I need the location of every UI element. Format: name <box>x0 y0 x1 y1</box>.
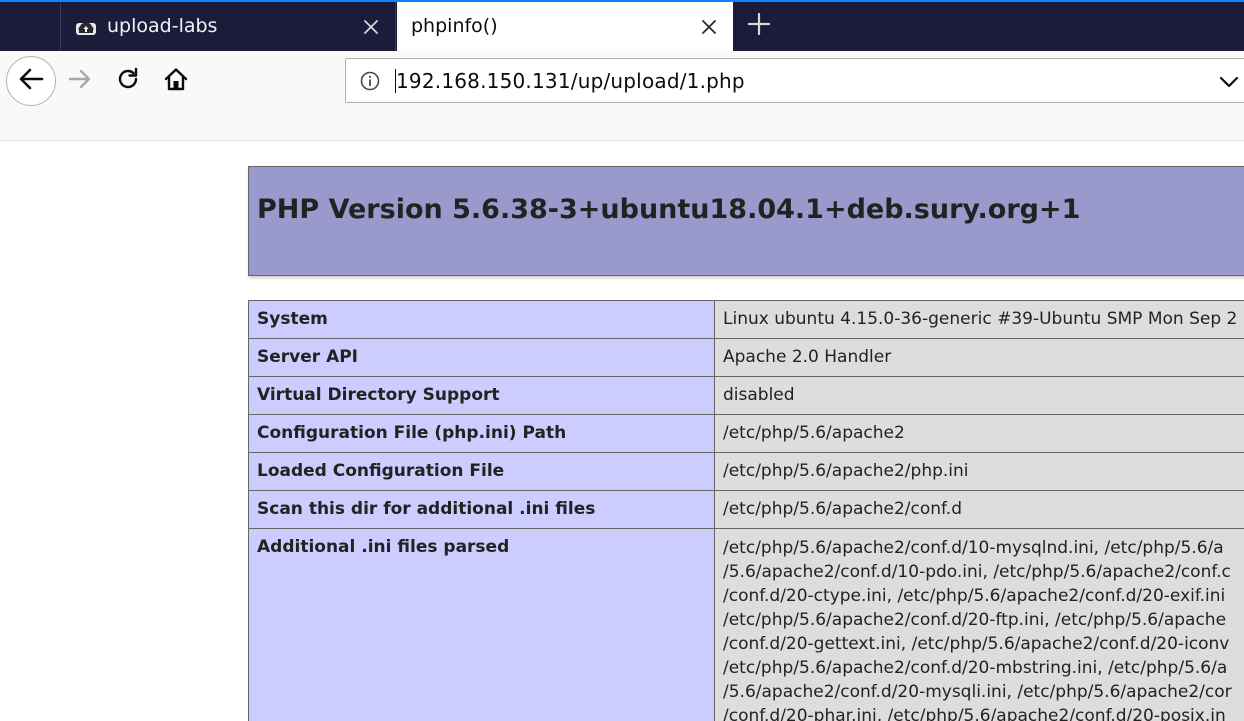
close-icon[interactable] <box>699 17 719 37</box>
row-value: Apache 2.0 Handler <box>714 338 1244 377</box>
row-key: Configuration File (php.ini) Path <box>248 414 715 453</box>
tab-upload-labs[interactable]: upload-labs <box>60 2 396 51</box>
row-value: /etc/php/5.6/apache2/conf.d <box>714 490 1244 529</box>
reload-button[interactable] <box>112 65 144 97</box>
value-line: /conf.d/20-phar.ini, /etc/php/5.6/apache… <box>723 706 1226 721</box>
url-input[interactable]: 192.168.150.131/up/upload/1.php <box>396 69 745 93</box>
tab-label: phpinfo() <box>411 15 498 37</box>
value-line: /etc/php/5.6/apache2/conf.d/20-mbstring.… <box>723 658 1228 678</box>
tab-label: upload-labs <box>107 15 218 37</box>
tab-phpinfo[interactable]: phpinfo() <box>397 2 733 51</box>
row-value: /etc/php/5.6/apache2 <box>714 414 1244 453</box>
value-line: /5.6/apache2/conf.d/20-mysqli.ini, /etc/… <box>723 682 1232 702</box>
page-content: PHP Version 5.6.38-3+ubuntu18.04.1+deb.s… <box>0 142 1244 721</box>
table-row: Scan this dir for additional .ini files … <box>248 490 1244 529</box>
value-line: /etc/php/5.6/apache2/conf.d/10-mysqlnd.i… <box>723 538 1224 558</box>
row-key: Server API <box>248 338 715 377</box>
table-row: Loaded Configuration File /etc/php/5.6/a… <box>248 452 1244 491</box>
row-key: Loaded Configuration File <box>248 452 715 491</box>
tab-strip: upload-labs phpinfo() <box>0 0 1244 51</box>
table-row: Virtual Directory Support disabled <box>248 376 1244 415</box>
cloud-icon <box>75 18 97 36</box>
row-key: Virtual Directory Support <box>248 376 715 415</box>
row-value: disabled <box>714 376 1244 415</box>
reload-icon <box>115 66 141 96</box>
address-bar[interactable]: 192.168.150.131/up/upload/1.php <box>345 58 1244 103</box>
arrow-left-icon <box>17 65 45 97</box>
arrow-right-icon <box>67 66 93 96</box>
home-icon <box>163 66 189 96</box>
php-version-header: PHP Version 5.6.38-3+ubuntu18.04.1+deb.s… <box>248 166 1244 276</box>
forward-button[interactable] <box>64 65 96 97</box>
row-value: Linux ubuntu 4.15.0-36-generic #39-Ubunt… <box>714 300 1244 339</box>
row-key: Additional .ini files parsed <box>248 528 715 721</box>
value-line: /conf.d/20-gettext.ini, /etc/php/5.6/apa… <box>723 634 1230 654</box>
value-line: /conf.d/20-ctype.ini, /etc/php/5.6/apach… <box>723 586 1226 606</box>
value-line: /5.6/apache2/conf.d/10-pdo.ini, /etc/php… <box>723 562 1231 582</box>
navigation-toolbar: 192.168.150.131/up/upload/1.php <box>0 51 1244 141</box>
table-row: System Linux ubuntu 4.15.0-36-generic #3… <box>248 300 1244 339</box>
value-line: /etc/php/5.6/apache2/conf.d/20-ftp.ini, … <box>723 610 1227 630</box>
home-button[interactable] <box>160 65 192 97</box>
info-icon[interactable] <box>360 71 380 91</box>
row-value: /etc/php/5.6/apache2/conf.d/10-mysqlnd.i… <box>714 528 1244 721</box>
phpinfo-table: System Linux ubuntu 4.15.0-36-generic #3… <box>248 300 1244 721</box>
new-tab-button[interactable] <box>745 12 773 40</box>
row-key: Scan this dir for additional .ini files <box>248 490 715 529</box>
close-icon[interactable] <box>361 17 381 37</box>
plus-icon <box>747 12 771 40</box>
back-button[interactable] <box>6 56 56 106</box>
table-row: Configuration File (php.ini) Path /etc/p… <box>248 414 1244 453</box>
table-row: Additional .ini files parsed /etc/php/5.… <box>248 528 1244 721</box>
chevron-down-icon[interactable] <box>1218 71 1240 93</box>
row-value: /etc/php/5.6/apache2/php.ini <box>714 452 1244 491</box>
table-row: Server API Apache 2.0 Handler <box>248 338 1244 377</box>
page-title: PHP Version 5.6.38-3+ubuntu18.04.1+deb.s… <box>257 194 1081 225</box>
row-key: System <box>248 300 715 339</box>
